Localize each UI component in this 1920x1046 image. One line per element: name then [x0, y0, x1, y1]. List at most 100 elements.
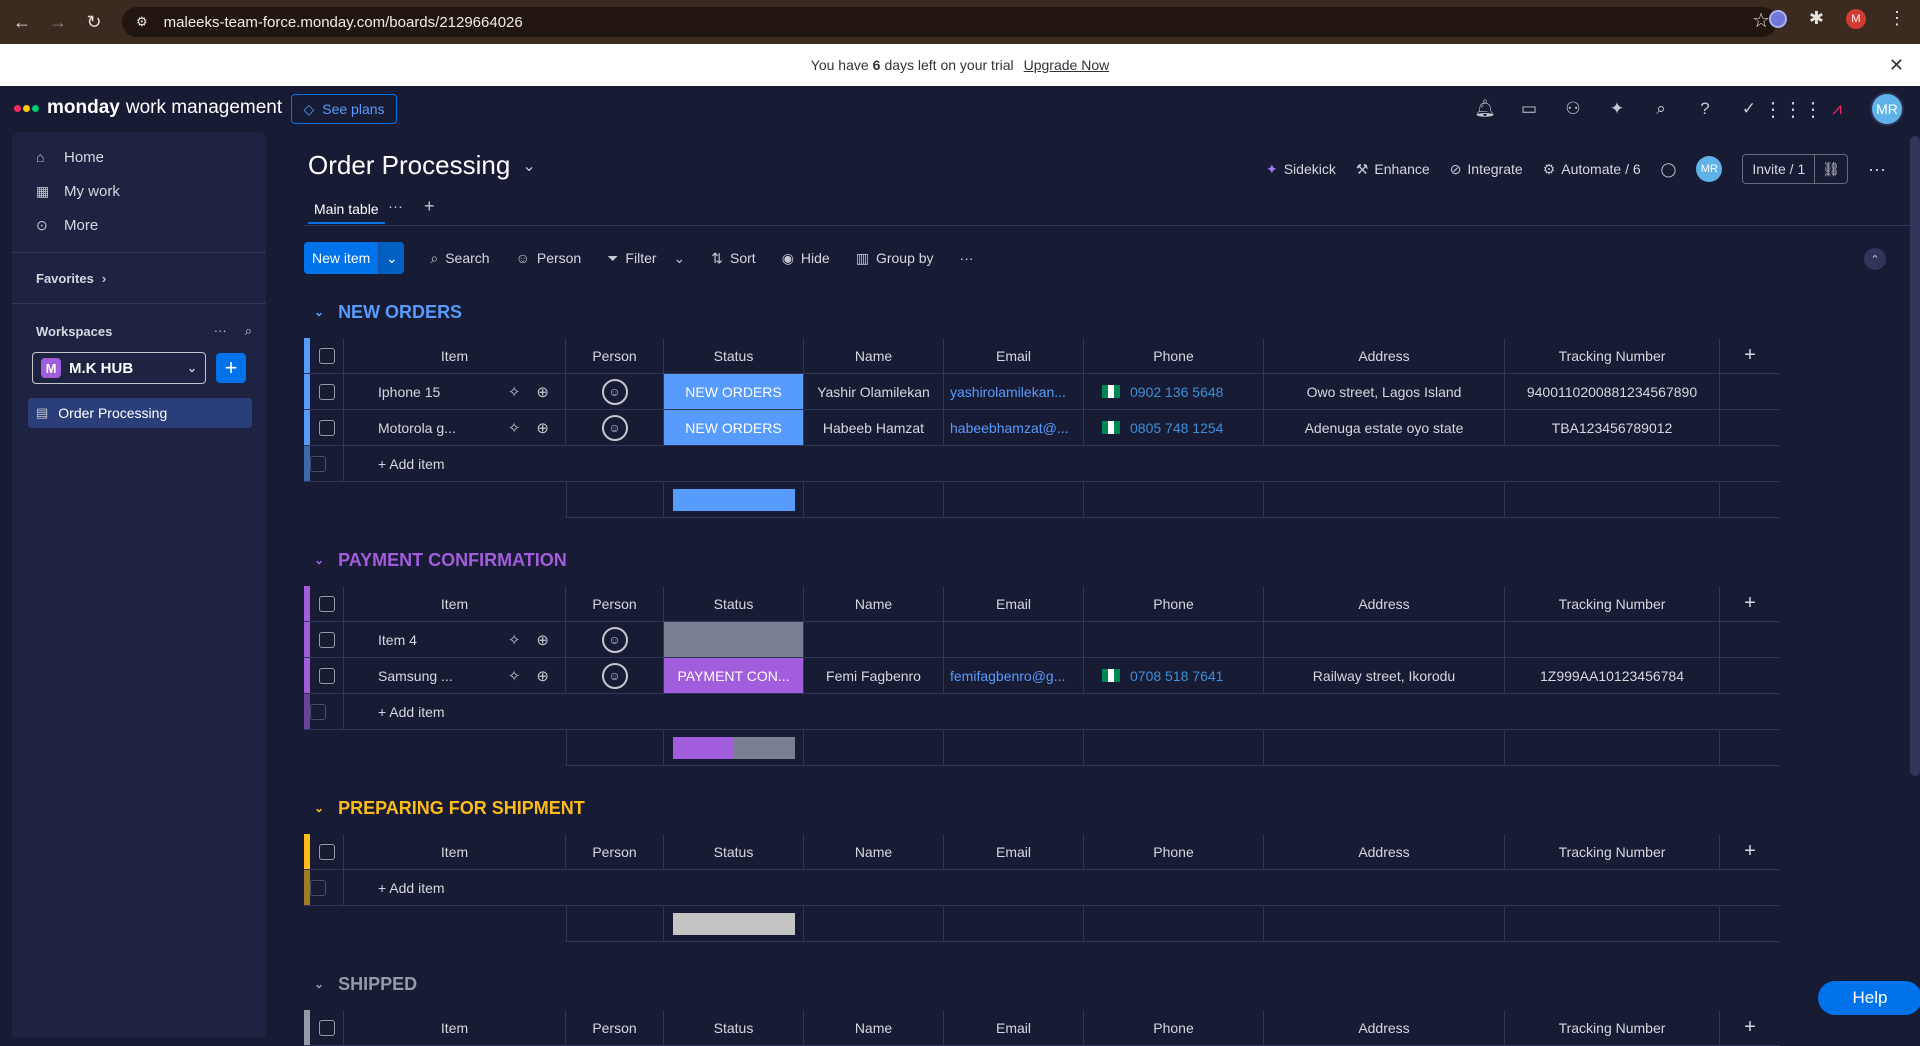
column-header[interactable]: Name [804, 338, 944, 373]
tracking-cell[interactable] [1505, 622, 1720, 657]
column-header-item[interactable]: Item [344, 1010, 566, 1045]
person-filter-button[interactable]: ☺ Person [516, 250, 582, 266]
phone-number[interactable]: 0805 748 1254 [1130, 420, 1223, 436]
add-update-icon[interactable]: ⊕ [536, 667, 549, 685]
column-header-item[interactable]: Item [344, 834, 566, 869]
column-header[interactable]: Tracking Number [1505, 1010, 1720, 1045]
sidebar-item-order-processing[interactable]: ▤ Order Processing [28, 398, 252, 428]
apps-grid-icon[interactable]: ⋮⋮⋮ [1763, 98, 1823, 121]
workspace-options-icon[interactable]: ··· [214, 323, 227, 339]
monday-logo[interactable]: monday work management [14, 97, 282, 119]
status-label[interactable]: PAYMENT CON... [664, 658, 803, 693]
column-header[interactable]: Status [664, 586, 804, 621]
tab-options-icon[interactable]: ··· [388, 198, 403, 215]
help-icon[interactable]: ? [1694, 98, 1716, 120]
group-title[interactable]: ⌄ PAYMENT CONFIRMATION [304, 546, 567, 574]
sidekick-button[interactable]: ✦ Sidekick [1266, 161, 1336, 178]
add-column-icon[interactable]: + [1720, 338, 1780, 373]
add-item-input[interactable]: + Add item [344, 446, 1740, 481]
column-header[interactable]: Phone [1084, 338, 1264, 373]
name-cell[interactable]: Habeeb Hamzat [804, 410, 944, 445]
column-header[interactable]: Name [804, 834, 944, 869]
tracking-cell[interactable]: TBA123456789012 [1505, 410, 1720, 445]
name-cell[interactable]: Femi Fagbenro [804, 658, 944, 693]
product-switcher-icon[interactable]: ✓ [1738, 98, 1760, 120]
add-update-icon[interactable]: ⊕ [536, 631, 549, 649]
select-all-checkbox-cell[interactable] [310, 586, 344, 621]
checkbox[interactable] [318, 595, 335, 612]
phone-cell[interactable]: 0902 136 5648 [1084, 374, 1264, 409]
select-all-checkbox-cell[interactable] [310, 338, 344, 373]
email-cell[interactable]: habeebhamzat@... [944, 410, 1084, 445]
status-summary-bar[interactable] [672, 488, 795, 511]
column-header[interactable]: Address [1264, 1010, 1505, 1045]
chevron-down-icon[interactable]: ⌄ [378, 242, 405, 274]
checkbox[interactable] [318, 667, 335, 684]
integrate-button[interactable]: ⊘ Integrate [1450, 161, 1523, 178]
inbox-icon[interactable]: ▭ [1518, 98, 1540, 120]
see-plans-button[interactable]: ◇ See plans [291, 94, 397, 124]
chevron-down-icon[interactable]: ⌄ [674, 250, 686, 267]
item-name[interactable]: Iphone 15 [378, 384, 508, 400]
item-cell[interactable]: Iphone 15 ✧ ⊕ [344, 374, 566, 409]
phone-number[interactable]: 0708 518 7641 [1130, 668, 1223, 684]
apps-puzzle-icon[interactable]: ✦ [1606, 98, 1628, 120]
status-cell[interactable] [664, 622, 804, 657]
upgrade-now-link[interactable]: Upgrade Now [1024, 57, 1110, 73]
address-cell[interactable]: Owo street, Lagos Island [1264, 374, 1505, 409]
subitems-icon[interactable]: ✧ [508, 419, 521, 437]
hide-button[interactable]: ◉ Hide [782, 250, 830, 267]
address-cell[interactable]: Railway street, Ikorodu [1264, 658, 1505, 693]
site-settings-icon[interactable]: ⚙ [136, 14, 148, 30]
person-icon[interactable]: ☺ [601, 662, 628, 689]
add-column-icon[interactable]: + [1720, 834, 1780, 869]
column-header[interactable]: Phone [1084, 586, 1264, 621]
name-cell[interactable]: Yashir Olamilekan [804, 374, 944, 409]
checkbox[interactable] [318, 383, 335, 400]
column-header[interactable]: Address [1264, 834, 1505, 869]
user-avatar[interactable]: MR [1870, 92, 1904, 126]
updates-button[interactable]: ◯ [1661, 161, 1677, 178]
email-cell[interactable]: yashirolamilekan... [944, 374, 1084, 409]
browser-profile-avatar[interactable]: M [1846, 8, 1866, 29]
close-icon[interactable]: ✕ [1889, 55, 1904, 76]
board-title[interactable]: Order Processing ⌄ [308, 150, 536, 181]
chevron-down-icon[interactable]: ⌄ [314, 977, 324, 991]
browser-menu-icon[interactable]: ⋮ [1888, 8, 1906, 29]
person-cell[interactable]: ☺ [566, 622, 664, 657]
add-to-workspace-button[interactable]: + [216, 353, 246, 383]
column-header[interactable]: Email [944, 834, 1084, 869]
subitems-icon[interactable]: ✧ [508, 383, 521, 401]
chevron-down-icon[interactable]: ⌄ [314, 305, 324, 319]
group-title[interactable]: ⌄ PREPARING FOR SHIPMENT [304, 794, 585, 822]
column-header[interactable]: Phone [1084, 1010, 1264, 1045]
add-item-input[interactable]: + Add item [344, 870, 1740, 905]
group-title[interactable]: ⌄ NEW ORDERS [304, 298, 462, 326]
tracking-cell[interactable]: 1Z999AA10123456784 [1505, 658, 1720, 693]
status-cell[interactable]: NEW ORDERS [664, 374, 804, 409]
person-cell[interactable]: ☺ [566, 374, 664, 409]
column-header[interactable]: Address [1264, 338, 1505, 373]
board-menu-icon[interactable]: ··· [1868, 159, 1886, 180]
sidebar-item-my-work[interactable]: ▦ My work [12, 174, 266, 208]
email-cell[interactable]: femifagbenro@g... [944, 658, 1084, 693]
item-cell[interactable]: Samsung ... ✧ ⊕ [344, 658, 566, 693]
select-all-checkbox-cell[interactable] [310, 834, 344, 869]
add-view-icon[interactable]: + [424, 196, 435, 217]
name-cell[interactable] [804, 622, 944, 657]
invite-members-icon[interactable]: ⚇ [1562, 98, 1584, 120]
chevron-down-icon[interactable]: ⌄ [314, 801, 324, 815]
sort-button[interactable]: ⇅ Sort [711, 250, 755, 267]
checkbox[interactable] [318, 1019, 335, 1036]
filter-button[interactable]: ⏷ Filter ⌄ [607, 250, 685, 267]
row-checkbox-cell[interactable] [310, 374, 344, 409]
checkbox[interactable] [318, 419, 335, 436]
address-cell[interactable] [1264, 622, 1505, 657]
row-checkbox-cell[interactable] [310, 658, 344, 693]
workspace-selector[interactable]: M M.K HUB ⌄ [32, 352, 206, 384]
phone-cell[interactable]: 0805 748 1254 [1084, 410, 1264, 445]
group-title[interactable]: ⌄ SHIPPED [304, 970, 417, 998]
group-by-button[interactable]: ▥ Group by [856, 250, 934, 267]
notifications-bell-icon[interactable]: 🔔︎ [1474, 98, 1496, 120]
add-update-icon[interactable]: ⊕ [536, 419, 549, 437]
